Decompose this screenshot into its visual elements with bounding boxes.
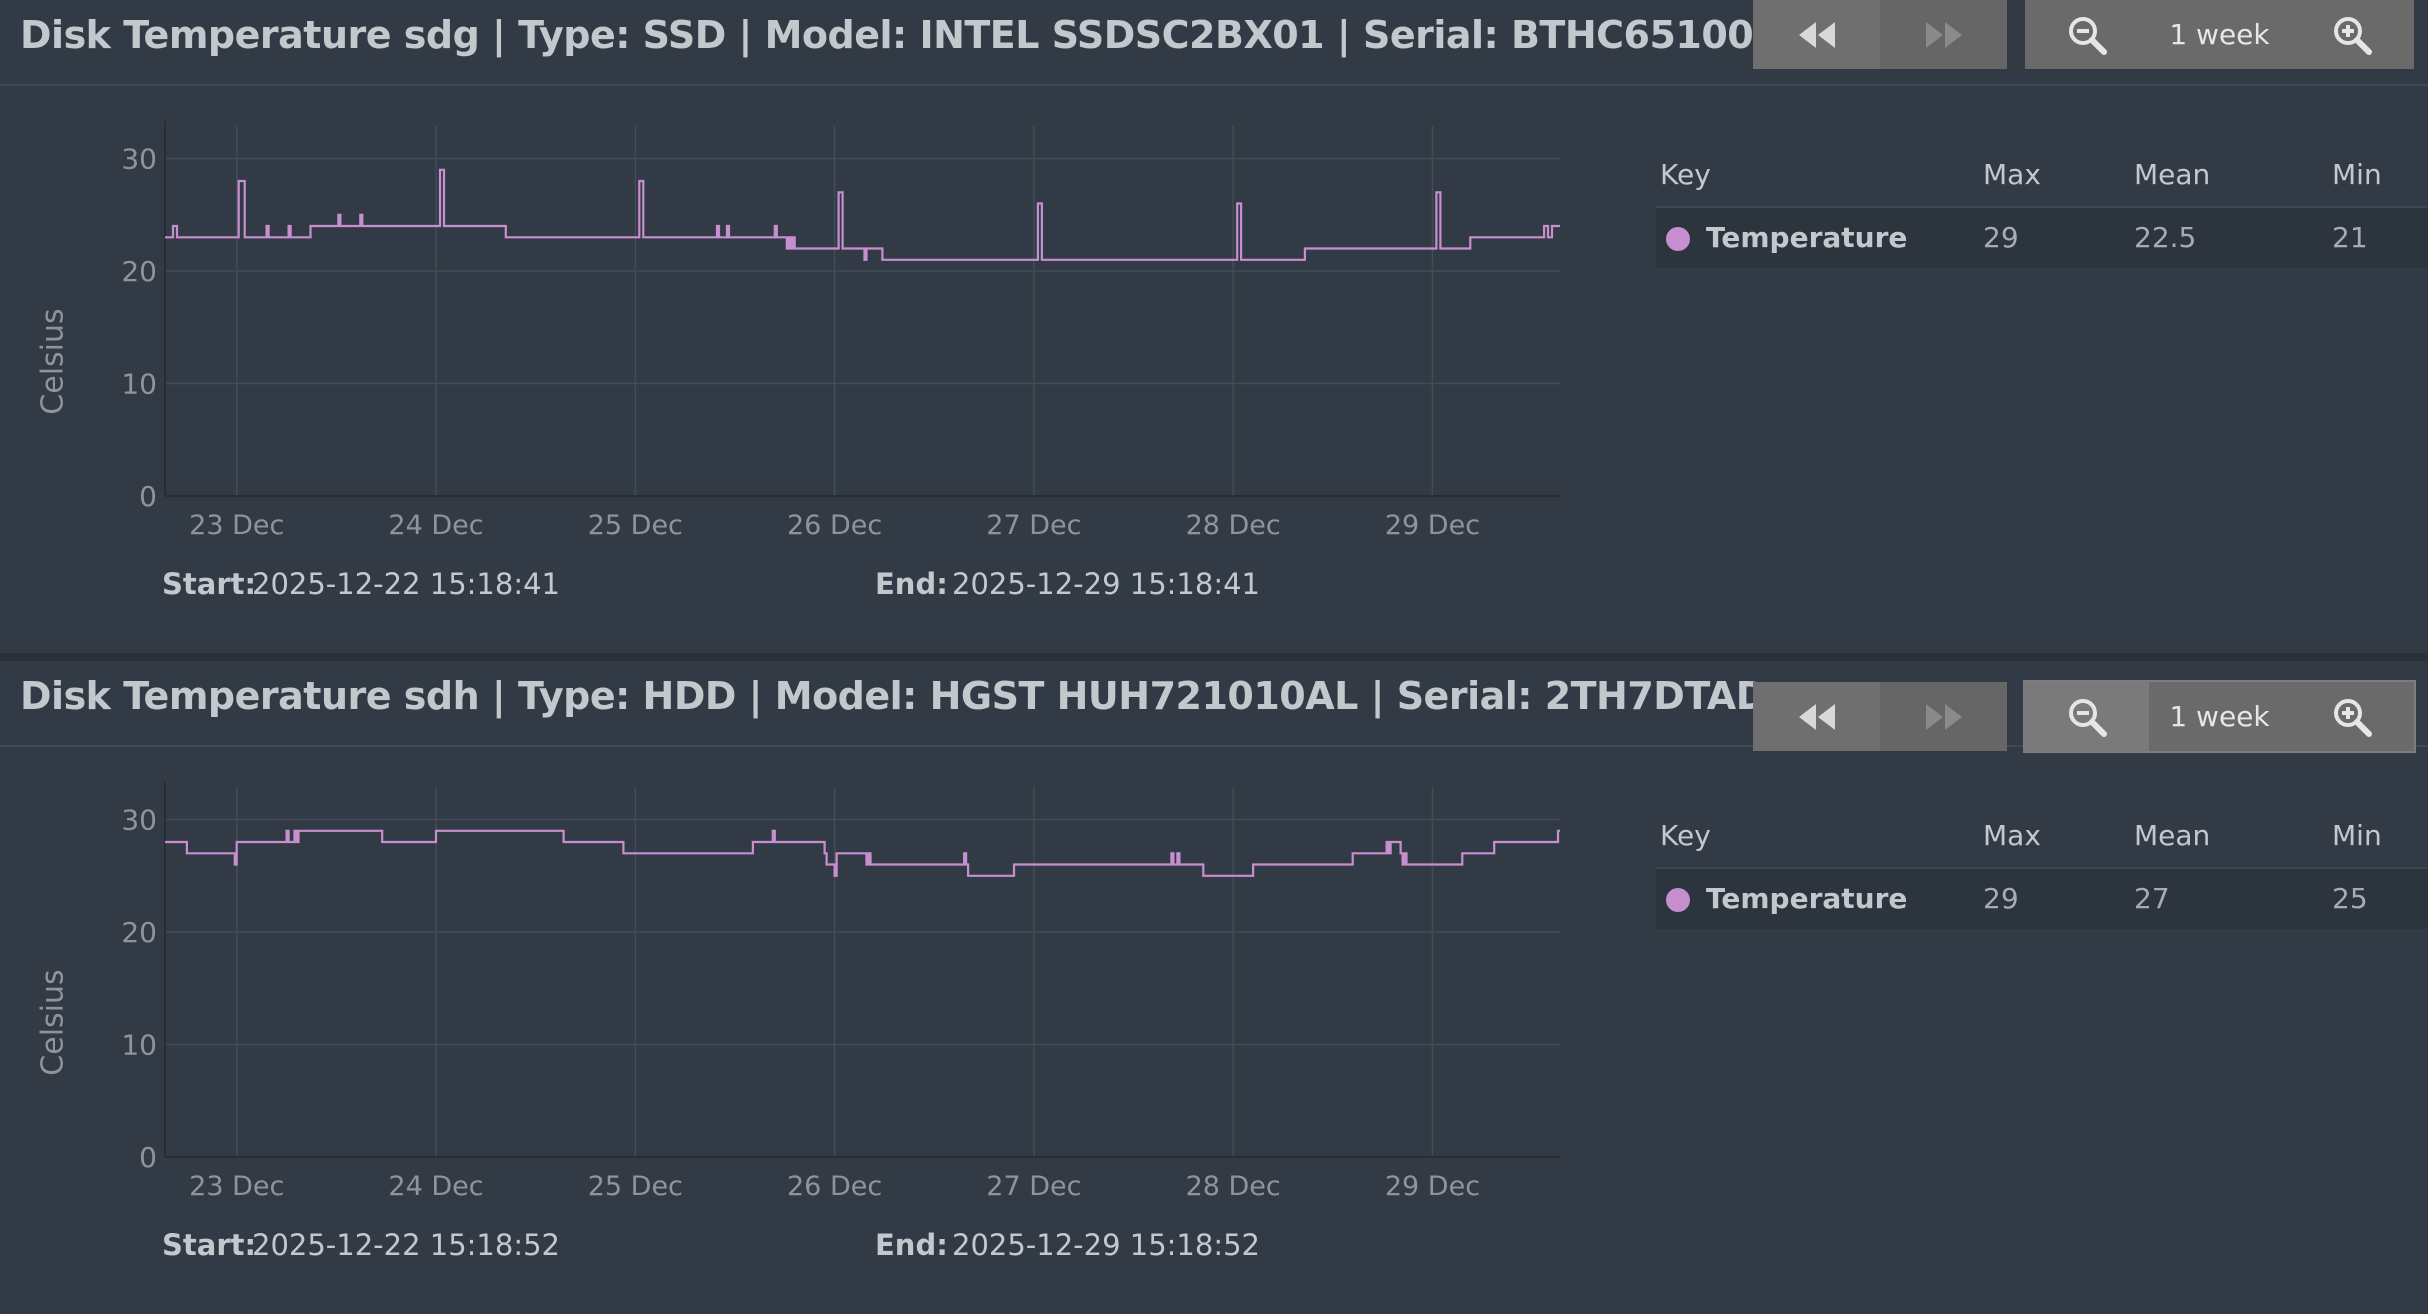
x-tick-label: 24 Dec: [388, 1171, 483, 1197]
series-mean: 27: [2134, 882, 2170, 915]
x-tick-label: 25 Dec: [588, 510, 683, 536]
x-tick-label: 23 Dec: [189, 510, 284, 536]
zoom-in-button[interactable]: [2290, 0, 2414, 69]
legend-header-mean: Mean: [2134, 819, 2211, 852]
series-name: Temperature: [1706, 221, 1908, 254]
y-axis-label: Celsius: [35, 969, 71, 1076]
x-tick-label: 28 Dec: [1186, 1171, 1281, 1197]
legend-row[interactable]: Temperature 29 27 25: [1656, 867, 2428, 929]
start-label: Start:: [162, 567, 257, 601]
y-tick-label: 30: [121, 143, 157, 176]
start-value: 2025-12-22 15:18:41: [252, 567, 560, 601]
series-mean: 22.5: [2134, 221, 2197, 254]
x-tick-label: 24 Dec: [388, 510, 483, 536]
x-tick-label: 26 Dec: [787, 1171, 882, 1197]
series-min: 21: [2332, 221, 2368, 254]
x-tick-label: 23 Dec: [189, 1171, 284, 1197]
temperature-chart: 0 10 20 30 23 Dec 24 Dec 25 Dec 26 Dec 27 Dec 28 …: [121, 782, 1560, 1197]
fast-forward-icon: [1925, 21, 1962, 48]
zoom-level-label: 1 week: [2169, 700, 2270, 733]
y-tick-label: 20: [121, 916, 157, 949]
zoom-in-icon: [2334, 698, 2372, 737]
panel-header: Disk Temperature sdh | Type: HDD | Model…: [0, 661, 2428, 753]
series-max: 29: [1983, 882, 2019, 915]
panel-divider: [0, 653, 2428, 661]
start-value: 2025-12-22 15:18:52: [252, 1228, 560, 1262]
legend-row[interactable]: Temperature 29 22.5 21: [1656, 206, 2428, 268]
x-tick-label: 29 Dec: [1385, 510, 1480, 536]
zoom-out-button[interactable]: [2025, 0, 2149, 69]
series-color-dot: [1666, 888, 1690, 912]
series-min: 25: [2332, 882, 2368, 915]
rewind-button[interactable]: [1753, 0, 1880, 69]
y-tick-label: 30: [121, 804, 157, 837]
zoom-in-button[interactable]: [2290, 682, 2414, 751]
panel-header: Disk Temperature sdg | Type: SSD | Model…: [0, 0, 2428, 86]
legend-header-mean: Mean: [2134, 158, 2211, 191]
zoom-out-icon: [2069, 16, 2107, 55]
x-tick-label: 29 Dec: [1385, 1171, 1480, 1197]
y-tick-label: 10: [121, 368, 157, 401]
y-tick-label: 20: [121, 255, 157, 288]
legend-header-key: Key: [1660, 819, 1711, 852]
y-tick-label: 0: [139, 480, 157, 513]
start-label: Start:: [162, 1228, 257, 1262]
legend-header-max: Max: [1983, 158, 2041, 191]
chart-panel-sdh: Disk Temperature sdh | Type: HDD | Model…: [0, 661, 2428, 1314]
time-nav-group: [1753, 0, 2007, 69]
series-line-temperature: [165, 829, 1560, 877]
end-label: End:: [875, 1228, 948, 1262]
x-tick-label: 26 Dec: [787, 510, 882, 536]
end-value: 2025-12-29 15:18:52: [952, 1228, 1260, 1262]
series-line-temperature: [165, 168, 1560, 261]
zoom-out-icon: [2069, 698, 2107, 737]
legend-table: Key Max Mean Min Temperature 29 22.5 21: [1656, 150, 2428, 268]
y-tick-label: 10: [121, 1029, 157, 1062]
time-nav-group: [1753, 682, 2007, 751]
y-axis-label: Celsius: [35, 308, 71, 415]
x-tick-label: 27 Dec: [986, 1171, 1081, 1197]
legend-header-key: Key: [1660, 158, 1711, 191]
series-name: Temperature: [1706, 882, 1908, 915]
y-tick-label: 0: [139, 1141, 157, 1174]
series-max: 29: [1983, 221, 2019, 254]
x-tick-label: 28 Dec: [1186, 510, 1281, 536]
legend-header: Key Max Mean Min: [1656, 811, 2428, 867]
temperature-chart: 0 10 20 30 23 Dec 24 Dec 25 Dec 26 Dec 27 Dec 28 …: [121, 121, 1560, 536]
zoom-out-button[interactable]: [2025, 682, 2149, 751]
zoom-group: 1 week: [2025, 0, 2414, 69]
fast-forward-button[interactable]: [1880, 682, 2007, 751]
zoom-group: 1 week: [2023, 680, 2416, 753]
fast-forward-icon: [1925, 703, 1962, 730]
rewind-icon: [1798, 703, 1835, 730]
x-tick-label: 25 Dec: [588, 1171, 683, 1197]
legend-header-min: Min: [2332, 819, 2382, 852]
panel-title: Disk Temperature sdh | Type: HDD | Model…: [20, 674, 1767, 718]
legend-table: Key Max Mean Min Temperature 29 27 25: [1656, 811, 2428, 929]
legend-header-max: Max: [1983, 819, 2041, 852]
rewind-button[interactable]: [1753, 682, 1880, 751]
zoom-level-label: 1 week: [2169, 18, 2270, 51]
series-color-dot: [1666, 227, 1690, 251]
legend-header-min: Min: [2332, 158, 2382, 191]
legend-header: Key Max Mean Min: [1656, 150, 2428, 206]
end-value: 2025-12-29 15:18:41: [952, 567, 1260, 601]
chart-panel-sdg: Disk Temperature sdg | Type: SSD | Model…: [0, 0, 2428, 653]
zoom-in-icon: [2334, 16, 2372, 55]
fast-forward-button[interactable]: [1880, 0, 2007, 69]
panel-title: Disk Temperature sdg | Type: SSD | Model…: [20, 13, 2003, 57]
x-tick-label: 27 Dec: [986, 510, 1081, 536]
end-label: End:: [875, 567, 948, 601]
rewind-icon: [1798, 21, 1835, 48]
